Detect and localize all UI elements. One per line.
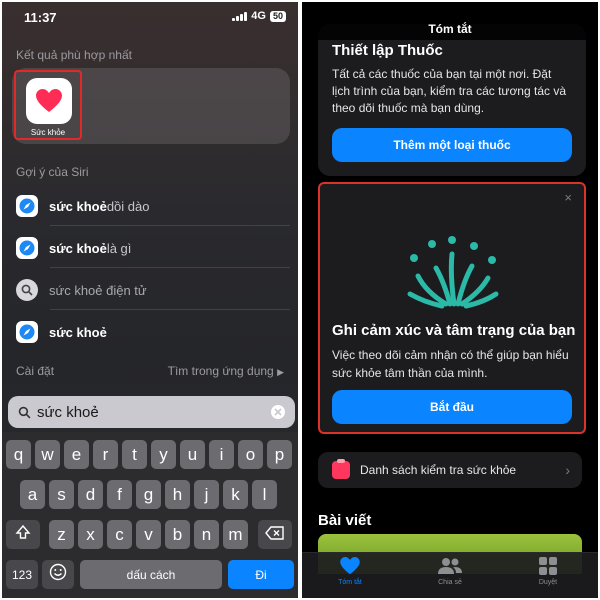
key-b[interactable]: b [165, 520, 190, 549]
siri-suggestion-item[interactable]: sức khoẻ dồi dào [16, 193, 149, 219]
go-key[interactable]: Đi [228, 560, 294, 589]
key-s[interactable]: s [49, 480, 74, 509]
key-z[interactable]: z [49, 520, 74, 549]
safari-icon [16, 237, 38, 259]
search-value: sức khoẻ [37, 403, 99, 421]
shift-icon [15, 524, 31, 545]
key-d[interactable]: d [78, 480, 103, 509]
medications-card: Thiết lập Thuốc Tất cả các thuốc của bạn… [318, 24, 586, 176]
key-u[interactable]: u [180, 440, 205, 469]
heart-icon [310, 557, 390, 577]
tab-summary[interactable]: Tóm tắt [310, 557, 390, 586]
articles-heading: Bài viết [318, 512, 372, 529]
tab-bar: Tóm tắt Chia sẻ Duyệt [302, 552, 598, 598]
key-q[interactable]: q [6, 440, 31, 469]
key-r[interactable]: r [93, 440, 118, 469]
key-t[interactable]: t [122, 440, 147, 469]
settings-label: Cài đặt [16, 364, 55, 378]
search-icon [16, 279, 38, 301]
mood-flower-icon [404, 234, 500, 310]
start-button[interactable]: Bắt đầu [332, 390, 572, 424]
chevron-right-icon: › [565, 462, 570, 478]
key-k[interactable]: k [223, 480, 248, 509]
siri-suggestion-item[interactable]: sức khoẻ là gì [16, 235, 131, 261]
siri-suggestion-item[interactable]: sức khoẻ [16, 319, 107, 345]
health-checklist-row[interactable]: Danh sách kiểm tra sức khỏe › [318, 452, 582, 488]
emoji-key[interactable] [42, 560, 74, 589]
search-in-app-link[interactable]: Tìm trong ứng dụng ▶ [168, 364, 284, 378]
space-key[interactable]: dấu cách [80, 560, 222, 589]
key-x[interactable]: x [78, 520, 103, 549]
close-icon[interactable]: × [564, 190, 572, 205]
clipboard-icon [332, 459, 350, 479]
key-n[interactable]: n [194, 520, 219, 549]
key-p[interactable]: p [267, 440, 292, 469]
spotlight-panel: 11:37 4G 50 Kết quả phù hợp nhất Sức khỏ… [2, 2, 298, 598]
battery-icon: 50 [269, 10, 286, 22]
search-input[interactable]: sức khoẻ [8, 396, 295, 428]
key-m[interactable]: m [223, 520, 248, 549]
settings-section: Cài đặt Tìm trong ứng dụng ▶ [16, 364, 284, 378]
key-h[interactable]: h [165, 480, 190, 509]
tab-sharing[interactable]: Chia sẻ [410, 557, 490, 586]
delete-key[interactable] [258, 520, 292, 549]
key-w[interactable]: w [35, 440, 60, 469]
add-medication-button[interactable]: Thêm một loại thuốc [332, 128, 572, 162]
search-icon [18, 406, 31, 419]
status-bar: 11:37 4G 50 [24, 10, 286, 26]
keyboard: q w e r t y u i o p a s d f g h j k l z … [2, 432, 298, 598]
shift-key[interactable] [6, 520, 40, 549]
app-name: Sức khỏe [30, 128, 66, 137]
mood-heading: Ghi cảm xúc và tâm trạng của bạn [332, 322, 576, 339]
page-title: Tóm tắt [302, 18, 598, 40]
mood-card: × Ghi cảm xúc và tâm trạng của bạn Việc … [318, 182, 586, 434]
safari-icon [16, 321, 38, 343]
key-e[interactable]: e [64, 440, 89, 469]
key-v[interactable]: v [136, 520, 161, 549]
emoji-icon [49, 563, 67, 586]
signal-icon [232, 11, 248, 21]
clear-icon[interactable] [271, 405, 285, 419]
best-match-label: Kết quả phù hợp nhất [16, 48, 132, 62]
siri-suggestion-item[interactable]: sức khoẻ điện tử [16, 277, 147, 303]
tab-browse[interactable]: Duyệt [508, 557, 588, 586]
key-c[interactable]: c [107, 520, 132, 549]
key-i[interactable]: i [209, 440, 234, 469]
medications-heading: Thiết lập Thuốc [332, 42, 443, 59]
mood-description: Việc theo dõi cảm nhận có thể giúp bạn h… [332, 348, 569, 380]
network-type: 4G [251, 10, 266, 22]
health-summary-panel: Thiết lập Thuốc Tất cả các thuốc của bạn… [302, 2, 598, 598]
safari-icon [16, 195, 38, 217]
siri-suggestions-label: Gợi ý của Siri [16, 165, 89, 179]
arrow-icon: ▶ [277, 367, 284, 377]
numbers-key[interactable]: 123 [6, 560, 38, 589]
health-checklist-label: Danh sách kiểm tra sức khỏe [360, 463, 517, 477]
key-j[interactable]: j [194, 480, 219, 509]
heart-icon [26, 78, 72, 124]
health-app-result[interactable]: Sức khỏe [14, 70, 82, 140]
status-time: 11:37 [24, 10, 57, 25]
backspace-icon [265, 525, 285, 545]
grid-icon [508, 557, 588, 577]
key-l[interactable]: l [252, 480, 277, 509]
key-f[interactable]: f [107, 480, 132, 509]
medications-description: Tất cả các thuốc của bạn tại một nơi. Đặ… [332, 67, 567, 115]
key-y[interactable]: y [151, 440, 176, 469]
people-icon [410, 557, 490, 577]
key-o[interactable]: o [238, 440, 263, 469]
key-g[interactable]: g [136, 480, 161, 509]
key-a[interactable]: a [20, 480, 45, 509]
